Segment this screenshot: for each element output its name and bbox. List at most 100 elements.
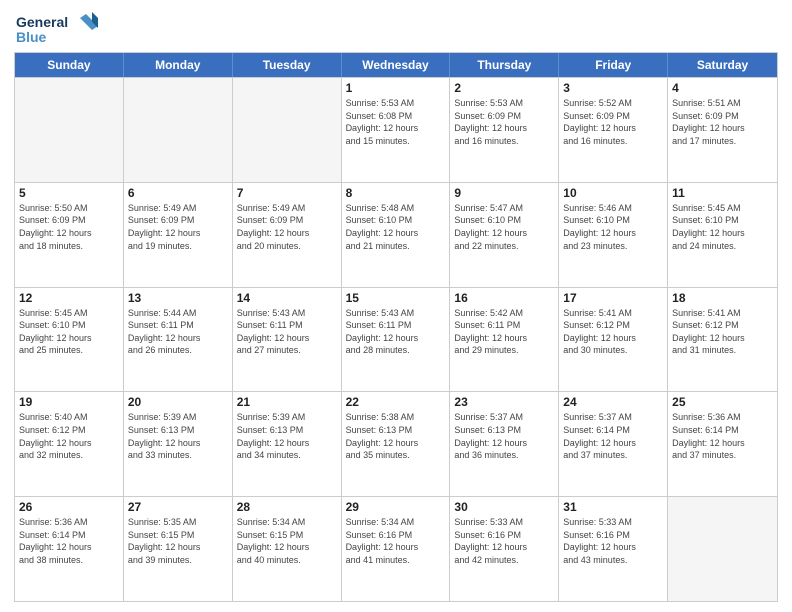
day-number: 19 <box>19 395 119 409</box>
day-number: 28 <box>237 500 337 514</box>
day-info: Sunrise: 5:53 AM Sunset: 6:08 PM Dayligh… <box>346 97 446 147</box>
calendar-cell: 22 Sunrise: 5:38 AM Sunset: 6:13 PM Dayli… <box>342 392 451 496</box>
calendar-cell: 19 Sunrise: 5:40 AM Sunset: 6:12 PM Dayli… <box>15 392 124 496</box>
day-number: 4 <box>672 81 773 95</box>
calendar-row-1: 5 Sunrise: 5:50 AM Sunset: 6:09 PM Daylig… <box>15 182 777 287</box>
day-number: 20 <box>128 395 228 409</box>
day-info: Sunrise: 5:45 AM Sunset: 6:10 PM Dayligh… <box>19 307 119 357</box>
day-number: 18 <box>672 291 773 305</box>
calendar-cell: 31Sunrise: 5:33 AM Sunset: 6:16 PM Dayli… <box>559 497 668 601</box>
logo-svg: General Blue <box>14 10 104 48</box>
day-info: Sunrise: 5:35 AM Sunset: 6:15 PM Dayligh… <box>128 516 228 566</box>
day-number: 6 <box>128 186 228 200</box>
calendar-row-0: 1 Sunrise: 5:53 AM Sunset: 6:08 PM Daylig… <box>15 77 777 182</box>
day-info: Sunrise: 5:42 AM Sunset: 6:11 PM Dayligh… <box>454 307 554 357</box>
calendar: SundayMondayTuesdayWednesdayThursdayFrid… <box>14 52 778 602</box>
day-info: Sunrise: 5:43 AM Sunset: 6:11 PM Dayligh… <box>237 307 337 357</box>
day-number: 3 <box>563 81 663 95</box>
header: General Blue <box>14 10 778 48</box>
calendar-cell: 3 Sunrise: 5:52 AM Sunset: 6:09 PM Daylig… <box>559 78 668 182</box>
weekday-header-thursday: Thursday <box>450 53 559 77</box>
calendar-cell: 4Sunrise: 5:51 AM Sunset: 6:09 PM Daylig… <box>668 78 777 182</box>
calendar-cell <box>668 497 777 601</box>
calendar-cell: 2 Sunrise: 5:53 AM Sunset: 6:09 PM Daylig… <box>450 78 559 182</box>
calendar-cell: 6 Sunrise: 5:49 AM Sunset: 6:09 PM Daylig… <box>124 183 233 287</box>
day-info: Sunrise: 5:50 AM Sunset: 6:09 PM Dayligh… <box>19 202 119 252</box>
calendar-row-3: 19 Sunrise: 5:40 AM Sunset: 6:12 PM Dayli… <box>15 391 777 496</box>
calendar-cell: 8 Sunrise: 5:48 AM Sunset: 6:10 PM Daylig… <box>342 183 451 287</box>
calendar-cell: 24 Sunrise: 5:37 AM Sunset: 6:14 PM Dayli… <box>559 392 668 496</box>
day-info: Sunrise: 5:45 AM Sunset: 6:10 PM Dayligh… <box>672 202 773 252</box>
day-info: Sunrise: 5:34 AM Sunset: 6:15 PM Dayligh… <box>237 516 337 566</box>
day-number: 1 <box>346 81 446 95</box>
day-info: Sunrise: 5:33 AM Sunset: 6:16 PM Dayligh… <box>454 516 554 566</box>
day-number: 30 <box>454 500 554 514</box>
day-info: Sunrise: 5:53 AM Sunset: 6:09 PM Dayligh… <box>454 97 554 147</box>
calendar-cell: 27 Sunrise: 5:35 AM Sunset: 6:15 PM Dayli… <box>124 497 233 601</box>
day-number: 5 <box>19 186 119 200</box>
day-number: 7 <box>237 186 337 200</box>
day-number: 25 <box>672 395 773 409</box>
svg-text:Blue: Blue <box>16 29 47 45</box>
day-number: 27 <box>128 500 228 514</box>
day-number: 15 <box>346 291 446 305</box>
calendar-cell: 21 Sunrise: 5:39 AM Sunset: 6:13 PM Dayli… <box>233 392 342 496</box>
day-number: 26 <box>19 500 119 514</box>
day-number: 29 <box>346 500 446 514</box>
calendar-cell: 1 Sunrise: 5:53 AM Sunset: 6:08 PM Daylig… <box>342 78 451 182</box>
calendar-cell: 5 Sunrise: 5:50 AM Sunset: 6:09 PM Daylig… <box>15 183 124 287</box>
calendar-cell: 9 Sunrise: 5:47 AM Sunset: 6:10 PM Daylig… <box>450 183 559 287</box>
day-info: Sunrise: 5:37 AM Sunset: 6:13 PM Dayligh… <box>454 411 554 461</box>
calendar-cell: 12 Sunrise: 5:45 AM Sunset: 6:10 PM Dayli… <box>15 288 124 392</box>
day-number: 12 <box>19 291 119 305</box>
calendar-cell: 20 Sunrise: 5:39 AM Sunset: 6:13 PM Dayli… <box>124 392 233 496</box>
day-number: 10 <box>563 186 663 200</box>
calendar-cell: 11Sunrise: 5:45 AM Sunset: 6:10 PM Dayli… <box>668 183 777 287</box>
calendar-cell: 25 Sunrise: 5:36 AM Sunset: 6:14 PM Dayli… <box>668 392 777 496</box>
calendar-cell <box>124 78 233 182</box>
calendar-cell: 28 Sunrise: 5:34 AM Sunset: 6:15 PM Dayli… <box>233 497 342 601</box>
day-number: 8 <box>346 186 446 200</box>
calendar-cell <box>233 78 342 182</box>
day-number: 24 <box>563 395 663 409</box>
calendar-cell: 18 Sunrise: 5:41 AM Sunset: 6:12 PM Dayli… <box>668 288 777 392</box>
weekday-header-sunday: Sunday <box>15 53 124 77</box>
calendar-row-4: 26 Sunrise: 5:36 AM Sunset: 6:14 PM Dayli… <box>15 496 777 601</box>
weekday-header-saturday: Saturday <box>668 53 777 77</box>
weekday-header-tuesday: Tuesday <box>233 53 342 77</box>
calendar-cell: 13 Sunrise: 5:44 AM Sunset: 6:11 PM Dayli… <box>124 288 233 392</box>
day-number: 23 <box>454 395 554 409</box>
day-info: Sunrise: 5:33 AM Sunset: 6:16 PM Dayligh… <box>563 516 663 566</box>
day-info: Sunrise: 5:38 AM Sunset: 6:13 PM Dayligh… <box>346 411 446 461</box>
day-info: Sunrise: 5:36 AM Sunset: 6:14 PM Dayligh… <box>672 411 773 461</box>
day-info: Sunrise: 5:36 AM Sunset: 6:14 PM Dayligh… <box>19 516 119 566</box>
day-info: Sunrise: 5:40 AM Sunset: 6:12 PM Dayligh… <box>19 411 119 461</box>
day-info: Sunrise: 5:46 AM Sunset: 6:10 PM Dayligh… <box>563 202 663 252</box>
day-info: Sunrise: 5:34 AM Sunset: 6:16 PM Dayligh… <box>346 516 446 566</box>
day-number: 14 <box>237 291 337 305</box>
day-number: 2 <box>454 81 554 95</box>
day-info: Sunrise: 5:48 AM Sunset: 6:10 PM Dayligh… <box>346 202 446 252</box>
calendar-cell <box>15 78 124 182</box>
day-info: Sunrise: 5:37 AM Sunset: 6:14 PM Dayligh… <box>563 411 663 461</box>
day-info: Sunrise: 5:44 AM Sunset: 6:11 PM Dayligh… <box>128 307 228 357</box>
day-info: Sunrise: 5:49 AM Sunset: 6:09 PM Dayligh… <box>237 202 337 252</box>
day-number: 9 <box>454 186 554 200</box>
day-info: Sunrise: 5:39 AM Sunset: 6:13 PM Dayligh… <box>128 411 228 461</box>
calendar-cell: 14 Sunrise: 5:43 AM Sunset: 6:11 PM Dayli… <box>233 288 342 392</box>
day-info: Sunrise: 5:47 AM Sunset: 6:10 PM Dayligh… <box>454 202 554 252</box>
day-info: Sunrise: 5:49 AM Sunset: 6:09 PM Dayligh… <box>128 202 228 252</box>
calendar-cell: 10 Sunrise: 5:46 AM Sunset: 6:10 PM Dayli… <box>559 183 668 287</box>
calendar-cell: 16Sunrise: 5:42 AM Sunset: 6:11 PM Dayli… <box>450 288 559 392</box>
weekday-header-monday: Monday <box>124 53 233 77</box>
day-info: Sunrise: 5:41 AM Sunset: 6:12 PM Dayligh… <box>563 307 663 357</box>
calendar-cell: 26 Sunrise: 5:36 AM Sunset: 6:14 PM Dayli… <box>15 497 124 601</box>
day-info: Sunrise: 5:41 AM Sunset: 6:12 PM Dayligh… <box>672 307 773 357</box>
calendar-cell: 7 Sunrise: 5:49 AM Sunset: 6:09 PM Daylig… <box>233 183 342 287</box>
day-number: 22 <box>346 395 446 409</box>
day-number: 21 <box>237 395 337 409</box>
day-info: Sunrise: 5:52 AM Sunset: 6:09 PM Dayligh… <box>563 97 663 147</box>
page: General Blue SundayMondayTuesdayWednesda… <box>0 0 792 612</box>
day-info: Sunrise: 5:39 AM Sunset: 6:13 PM Dayligh… <box>237 411 337 461</box>
day-number: 13 <box>128 291 228 305</box>
